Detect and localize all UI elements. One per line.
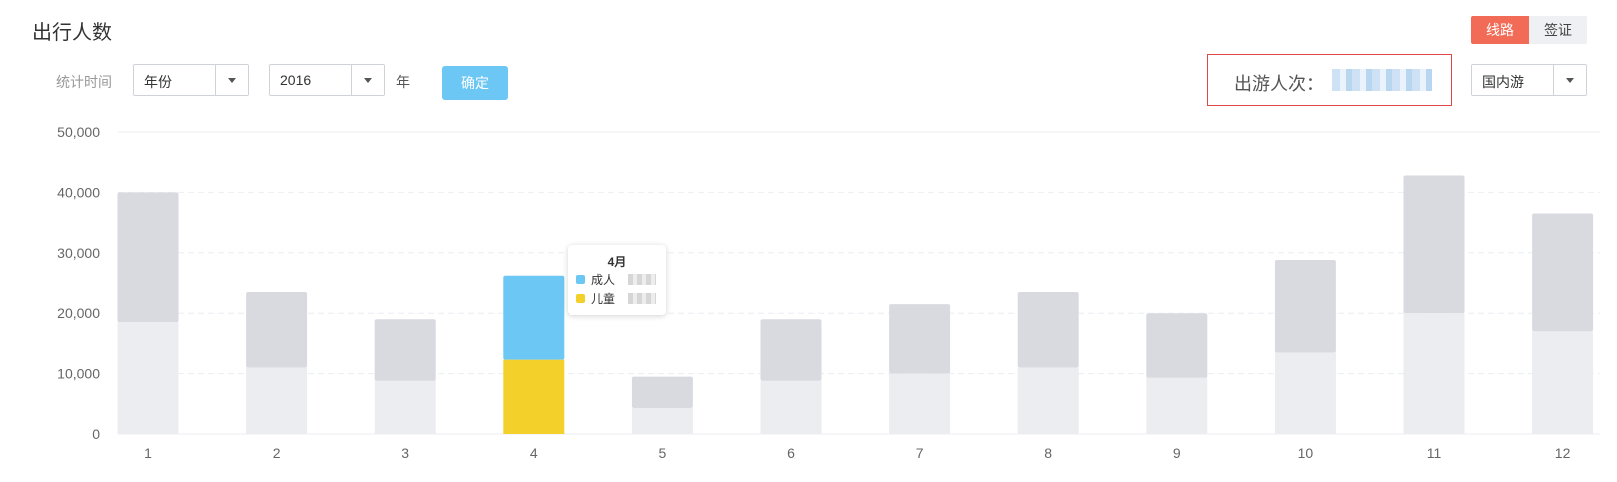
route-tab[interactable]: 线路 xyxy=(1471,16,1529,44)
tooltip-label-child: 儿童 xyxy=(591,291,616,306)
bar-adult-segment xyxy=(374,319,436,381)
chevron-down-icon xyxy=(1553,65,1586,95)
y-tick-label: 30,000 xyxy=(57,245,100,261)
tooltip-value-redacted xyxy=(628,293,656,304)
x-tick-label: 9 xyxy=(1173,445,1181,461)
bar-child-segment xyxy=(760,380,822,434)
adult-color-icon xyxy=(576,274,585,284)
child-color-icon xyxy=(576,293,585,303)
confirm-button[interactable]: 确定 xyxy=(442,66,508,100)
y-tick-label: 20,000 xyxy=(57,305,100,321)
scope-select-value: 国内游 xyxy=(1482,74,1524,90)
x-tick-label: 12 xyxy=(1555,445,1571,461)
time-label: 统计时间 xyxy=(56,74,112,90)
summary-box: 出游人次： xyxy=(1207,54,1452,106)
x-tick-label: 3 xyxy=(401,445,409,461)
bar-child-segment xyxy=(246,367,308,434)
x-tick-label: 10 xyxy=(1298,445,1314,461)
bar-child-segment xyxy=(1532,331,1594,434)
bar-child-segment xyxy=(1403,313,1465,434)
x-tick-label: 11 xyxy=(1427,445,1442,461)
y-tick-label: 40,000 xyxy=(57,184,100,200)
bar-adult-segment xyxy=(1146,313,1208,378)
bar-adult-segment xyxy=(1403,175,1465,314)
bar-tooltip: 4月 成人 儿童 xyxy=(568,245,666,315)
x-tick-label: 1 xyxy=(144,445,152,461)
period-select[interactable]: 年份 xyxy=(133,64,249,96)
bar-adult-segment xyxy=(503,275,565,360)
tooltip-title: 4月 xyxy=(607,255,627,269)
y-tick-label: 0 xyxy=(92,426,100,442)
bar-child-segment xyxy=(117,322,179,434)
bar-child-segment xyxy=(889,373,951,434)
x-tick-label: 5 xyxy=(659,445,667,461)
bar-adult-segment xyxy=(1274,260,1336,353)
bar-child-segment xyxy=(631,408,693,434)
summary-label: 出游人次： xyxy=(1234,74,1324,94)
bar-adult-segment xyxy=(1532,213,1594,332)
chevron-down-icon xyxy=(351,65,384,95)
bar-adult-segment xyxy=(117,192,179,323)
passenger-bar-chart: 010,00020,00030,00040,00050,0001 2 3 4 5 6 7 8 9… xyxy=(57,124,1600,461)
x-tick-label: 8 xyxy=(1044,445,1052,461)
bar-adult-segment xyxy=(631,376,693,409)
tooltip-row-child: 儿童 xyxy=(576,290,615,306)
bar-child-segment xyxy=(374,380,436,434)
bar-adult-segment xyxy=(246,292,308,368)
tooltip-row-adult: 成人 xyxy=(576,271,615,287)
year-select[interactable]: 2016 xyxy=(269,64,385,96)
y-tick-label: 50,000 xyxy=(57,124,100,140)
visa-tab[interactable]: 签证 xyxy=(1529,16,1587,44)
scope-select[interactable]: 国内游 xyxy=(1471,64,1587,96)
bar-child-segment xyxy=(1146,377,1208,434)
bar-child-segment xyxy=(1274,352,1336,434)
bar-adult-segment xyxy=(760,319,822,381)
x-tick-label: 2 xyxy=(273,445,281,461)
bar-child-segment xyxy=(503,359,565,434)
page-title: 出行人数 xyxy=(32,22,112,44)
bar-adult-segment xyxy=(1017,292,1079,368)
x-tick-label: 4 xyxy=(530,445,538,461)
chevron-down-icon xyxy=(215,65,248,95)
view-switch: 线路 签证 xyxy=(1471,16,1587,44)
y-tick-label: 10,000 xyxy=(57,366,100,382)
tooltip-value-redacted xyxy=(628,274,656,285)
x-tick-label: 6 xyxy=(787,445,795,461)
year-unit-label: 年 xyxy=(396,74,410,90)
bar-child-segment xyxy=(1017,367,1079,434)
bar-adult-segment xyxy=(889,304,951,374)
x-tick-label: 7 xyxy=(916,445,924,461)
tooltip-label-adult: 成人 xyxy=(591,272,616,287)
year-select-value: 2016 xyxy=(280,72,312,88)
summary-value-redacted xyxy=(1332,69,1432,91)
period-select-value: 年份 xyxy=(144,74,172,90)
